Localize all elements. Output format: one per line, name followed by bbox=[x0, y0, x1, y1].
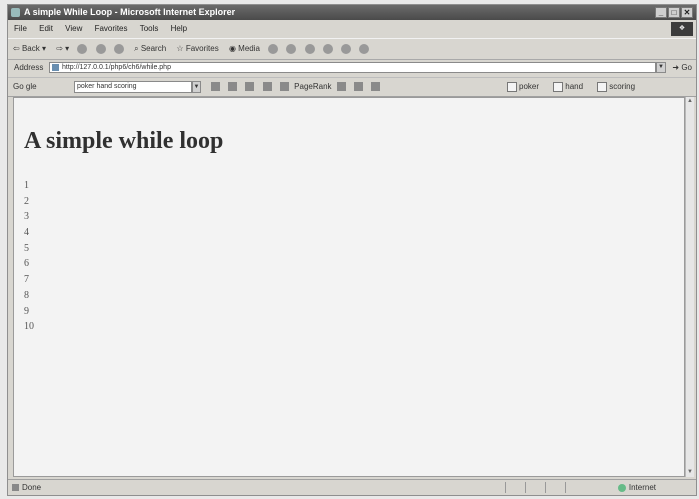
standard-toolbar: ⇦ Back ▾ ⇨ ▾ ⌕ Search ☆ Favorites ◉ Medi… bbox=[8, 38, 696, 60]
highlight-box-icon bbox=[597, 81, 608, 92]
pagerank-label: PageRank bbox=[294, 82, 332, 91]
minimize-button[interactable]: _ bbox=[655, 7, 667, 18]
list-item: 4 bbox=[24, 227, 29, 239]
list-item: 10 bbox=[24, 321, 34, 333]
page-content: A simple while loop 1 2 3 4 5 6 7 8 9 10 bbox=[13, 97, 685, 477]
highlight-terms: poker hand scoring bbox=[507, 78, 647, 96]
status-bar: Done Internet bbox=[8, 479, 696, 496]
address-url: http://127.0.0.1/php6/ch6/while.php bbox=[62, 64, 171, 71]
highlight-hand-label: hand bbox=[565, 82, 584, 91]
highlight-poker-label: poker bbox=[519, 82, 540, 91]
status-divider bbox=[545, 482, 546, 493]
list-item: 7 bbox=[24, 274, 29, 286]
list-item: 5 bbox=[24, 242, 29, 254]
history-icon[interactable] bbox=[268, 43, 279, 54]
go-label: Go bbox=[681, 63, 692, 72]
list-item: 9 bbox=[24, 305, 29, 317]
discuss-icon[interactable] bbox=[341, 43, 352, 54]
page-heading: A simple while loop bbox=[24, 128, 224, 154]
media-label: Media bbox=[238, 44, 260, 53]
menu-file[interactable]: File bbox=[14, 24, 27, 33]
maximize-button[interactable]: □ bbox=[668, 7, 680, 18]
highlight-box-icon bbox=[553, 81, 564, 92]
media-button[interactable]: ◉ Media bbox=[229, 44, 260, 53]
list-item: 6 bbox=[24, 258, 29, 270]
pagerank-icon bbox=[279, 82, 289, 92]
search-web-icon[interactable] bbox=[211, 82, 220, 92]
address-dropdown-icon[interactable]: ▼ bbox=[656, 62, 666, 73]
vertical-scrollbar[interactable]: ▲ ▼ bbox=[685, 97, 694, 477]
highlight-icon[interactable] bbox=[371, 82, 381, 92]
list-item: 1 bbox=[24, 180, 29, 191]
window-title: A simple While Loop - Microsoft Internet… bbox=[24, 7, 236, 17]
forward-button[interactable]: ⇨ ▾ bbox=[56, 44, 69, 53]
menu-view[interactable]: View bbox=[65, 24, 82, 33]
favorites-button[interactable]: ☆ Favorites bbox=[176, 44, 218, 53]
page-icon bbox=[52, 64, 59, 71]
window-controls: _ □ ✕ bbox=[654, 7, 693, 18]
highlight-scoring[interactable]: scoring bbox=[597, 81, 636, 92]
home-icon[interactable] bbox=[113, 43, 124, 54]
highlight-poker[interactable]: poker bbox=[507, 81, 540, 92]
menu-help[interactable]: Help bbox=[171, 24, 187, 33]
search-label: Search bbox=[140, 44, 167, 53]
edit-icon[interactable] bbox=[322, 43, 333, 54]
status-divider bbox=[525, 482, 526, 493]
info-icon[interactable] bbox=[336, 82, 346, 92]
refresh-icon[interactable] bbox=[95, 43, 106, 54]
back-button[interactable]: ⇦ Back ▾ bbox=[13, 44, 46, 53]
news-icon[interactable] bbox=[245, 82, 255, 92]
google-search-input[interactable]: poker hand scoring bbox=[74, 81, 192, 93]
number-list: 1 2 3 4 5 6 7 8 9 10 bbox=[24, 178, 34, 335]
menu-bar: File Edit View Favorites Tools Help ❖ bbox=[8, 20, 696, 38]
search-site-icon[interactable] bbox=[228, 82, 238, 92]
zone-label: Internet bbox=[628, 483, 656, 492]
popup-blocker-icon[interactable] bbox=[262, 82, 272, 92]
up-icon[interactable] bbox=[354, 82, 363, 92]
globe-icon bbox=[617, 483, 626, 492]
browser-window: A simple While Loop - Microsoft Internet… bbox=[7, 4, 697, 496]
close-button[interactable]: ✕ bbox=[681, 7, 693, 18]
address-input[interactable]: http://127.0.0.1/php6/ch6/while.php bbox=[49, 62, 656, 73]
stop-icon[interactable] bbox=[77, 43, 88, 54]
highlight-scoring-label: scoring bbox=[609, 82, 636, 91]
windows-logo-icon: ❖ bbox=[671, 22, 693, 36]
menu-tools[interactable]: Tools bbox=[140, 24, 159, 33]
google-search-dropdown-icon[interactable]: ▼ bbox=[192, 81, 201, 93]
back-label: Back bbox=[21, 44, 40, 53]
menu-favorites[interactable]: Favorites bbox=[95, 24, 128, 33]
address-bar: Address http://127.0.0.1/php6/ch6/while.… bbox=[8, 59, 696, 78]
scroll-up-icon[interactable]: ▲ bbox=[686, 97, 694, 106]
status-divider bbox=[505, 482, 506, 493]
google-toolbar: Go gle poker hand scoring ▼ PageRank pok… bbox=[8, 78, 696, 97]
search-button[interactable]: ⌕ Search bbox=[134, 44, 166, 53]
google-tools: PageRank bbox=[208, 78, 383, 96]
title-bar[interactable]: A simple While Loop - Microsoft Internet… bbox=[8, 5, 696, 20]
messenger-icon[interactable] bbox=[359, 43, 370, 54]
highlight-box-icon bbox=[507, 81, 517, 92]
status-text: Done bbox=[22, 483, 42, 492]
print-icon[interactable] bbox=[304, 43, 315, 54]
highlight-hand[interactable]: hand bbox=[553, 81, 584, 92]
ie-icon bbox=[11, 8, 20, 17]
scroll-down-icon[interactable]: ▼ bbox=[686, 468, 694, 477]
security-zone: Internet bbox=[617, 480, 656, 496]
mail-icon[interactable] bbox=[286, 43, 297, 54]
go-button[interactable]: ➜ Go bbox=[672, 59, 692, 77]
menu-edit[interactable]: Edit bbox=[39, 24, 53, 33]
address-label: Address bbox=[14, 63, 44, 72]
google-logo[interactable]: Go gle bbox=[13, 82, 37, 92]
favorites-label: Favorites bbox=[185, 44, 219, 53]
status-page-icon bbox=[12, 484, 19, 491]
list-item: 3 bbox=[24, 211, 29, 223]
list-item: 8 bbox=[24, 289, 29, 301]
list-item: 2 bbox=[24, 195, 29, 207]
status-divider bbox=[565, 482, 566, 493]
